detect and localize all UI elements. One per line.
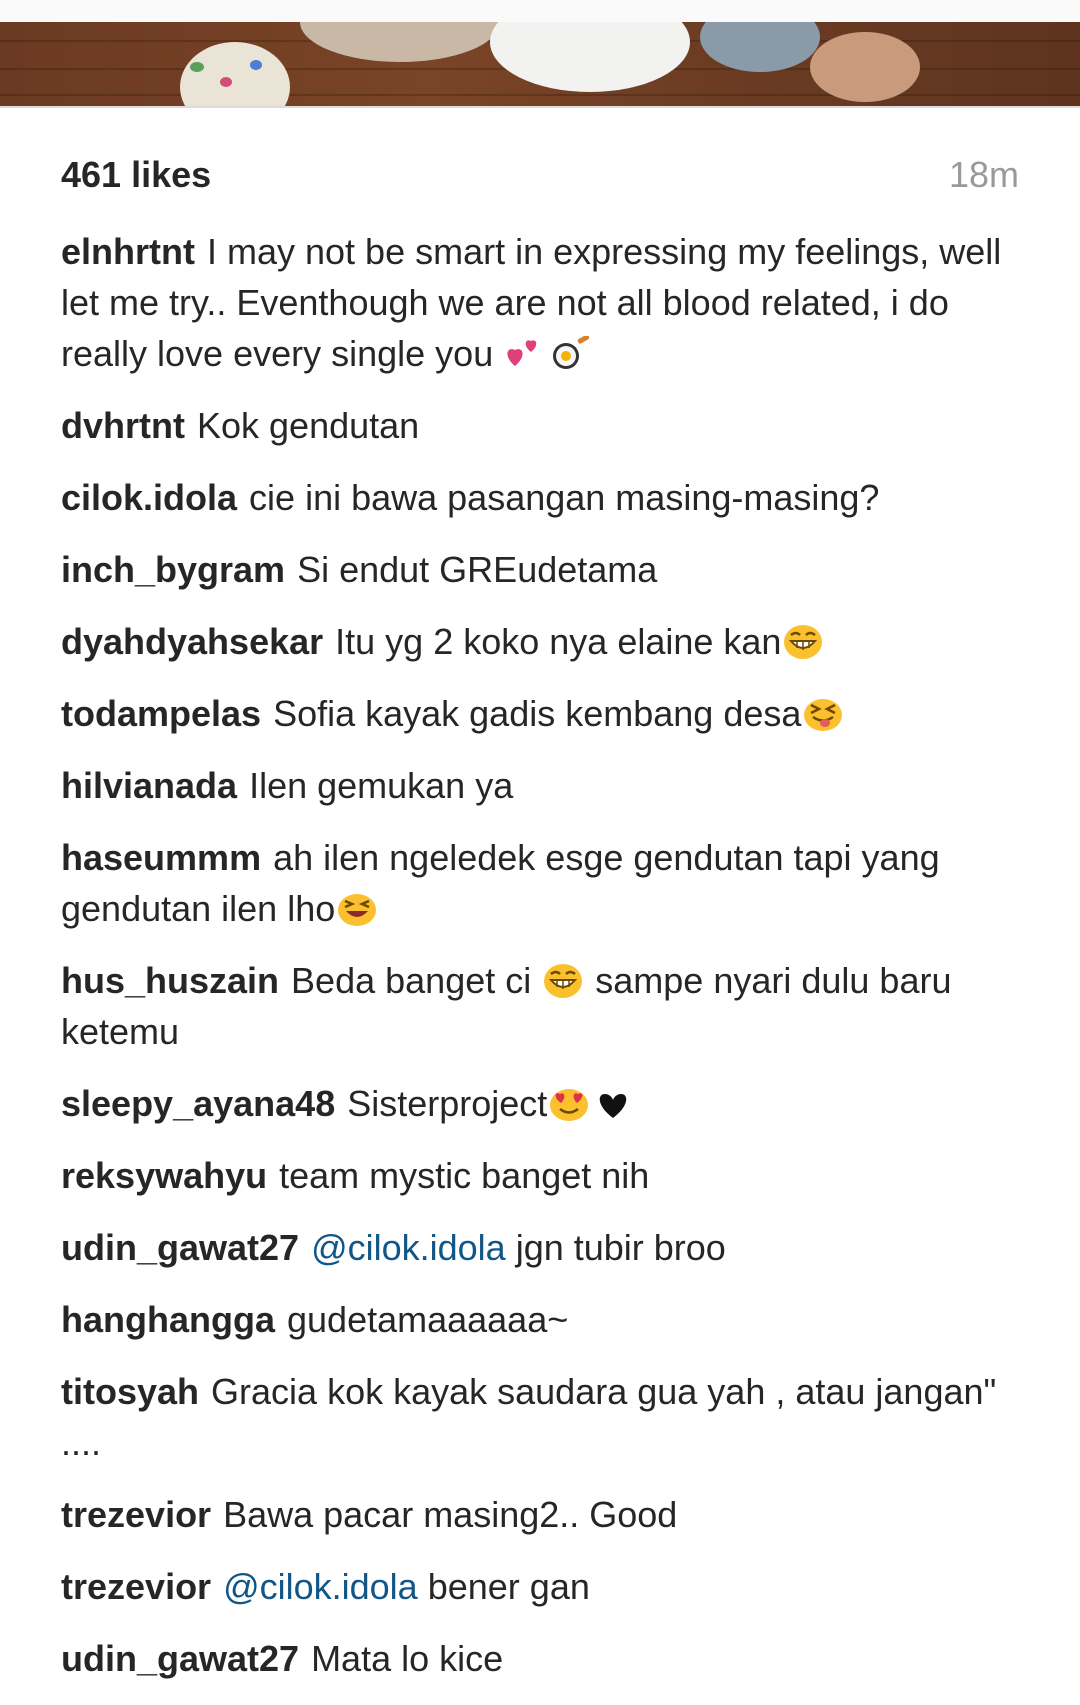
comment-username[interactable]: reksywahyu [61,1155,267,1196]
grinning-face-icon [783,624,823,660]
comment-item: dvhrtnt Kok gendutan [61,400,1026,451]
comment-text: Kok gendutan [196,405,420,446]
post-photo[interactable] [0,22,1080,106]
heart-eyes-face-icon [549,1086,589,1122]
cooking-icon [549,336,590,372]
status-bar [0,0,1080,23]
likes-count[interactable]: 461 likes [61,154,211,196]
comment-text: Bawa pacar masing2.. Good [223,1494,678,1535]
comment-item: titosyah Gracia kok kayak saudara gua yah… [61,1366,1026,1468]
comment-item: udin_gawat27 Mata lo kice [61,1633,1026,1684]
comment-text: Beda banget ci [291,960,532,1001]
comment-mention[interactable]: @cilok.idola [311,1227,506,1268]
comment-username[interactable]: hus_huszain [61,960,279,1001]
comment-mention[interactable]: @cilok.idola [223,1566,418,1607]
comment-text: jgn tubir broo [515,1227,726,1268]
comment-item: todampelas Sofia kayak gadis kembang desa [61,688,1026,739]
comment-item: inch_bygram Si endut GREudetama [61,544,1026,595]
photo-divider [0,106,1080,108]
comment-item: hus_huszain Beda banget ci sampe nyari du… [61,955,1026,1057]
comment-username[interactable]: dvhrtnt [61,405,185,446]
comment-item: cilok.idola cie ini bawa pasangan masing-… [61,472,1026,523]
comment-username[interactable]: udin_gawat27 [61,1227,299,1268]
comment-username[interactable]: titosyah [61,1371,199,1412]
squinting-tongue-face-icon [803,696,843,732]
comment-username[interactable]: trezevior [61,1494,211,1535]
comment-item: udin_gawat27 @cilok.idola jgn tubir broo [61,1222,1026,1273]
comment-item: sleepy_ayana48 Sisterproject [61,1078,1026,1129]
comment-username[interactable]: todampelas [61,693,261,734]
black-heart-icon [593,1086,633,1122]
comment-username[interactable]: inch_bygram [61,549,285,590]
comment-text: gudetamaaaaaa~ [287,1299,569,1340]
comment-text: bener gan [427,1566,590,1607]
comment-text: Si endut GREudetama [297,549,658,590]
comment-text: Sofia kayak gadis kembang desa [273,693,802,734]
comment-text: Itu yg 2 koko nya elaine kan [335,621,782,662]
comment-item: haseummm ah ilen ngeledek esge gendutan t… [61,832,1026,934]
comment-username[interactable]: udin_gawat27 [61,1638,299,1679]
two-hearts-icon [505,336,545,372]
comment-username[interactable]: dyahdyahsekar [61,621,323,662]
comment-item: elnhrtnt I may not be smart in expressing… [61,226,1026,379]
comment-username[interactable]: cilok.idola [61,477,237,518]
comment-text: Gracia kok kayak saudara gua yah , atau … [61,1371,997,1463]
comment-text: Mata lo kice [311,1638,504,1679]
comment-item: trezevior Bawa pacar masing2.. Good [61,1489,1026,1540]
comment-item: trezevior @cilok.idola bener gan [61,1561,1026,1612]
post-meta: 461 likes 18m [61,154,1019,200]
comment-username[interactable]: haseummm [61,837,261,878]
comment-username[interactable]: trezevior [61,1566,211,1607]
grinning-face-icon [543,963,583,999]
comment-text: team mystic banget nih [279,1155,650,1196]
comment-text: Sisterproject [347,1083,548,1124]
comments-list: elnhrtnt I may not be smart in expressing… [61,226,1026,1705]
comment-username[interactable]: hilvianada [61,765,237,806]
comment-item: reksywahyu team mystic banget nih [61,1150,1026,1201]
comment-text: Ilen gemukan ya [249,765,514,806]
comment-item: dyahdyahsekar Itu yg 2 koko nya elaine ka… [61,616,1026,667]
comment-item: hilvianada Ilen gemukan ya [61,760,1026,811]
comment-username[interactable]: elnhrtnt [61,231,195,272]
comment-username[interactable]: sleepy_ayana48 [61,1083,335,1124]
comment-username[interactable]: hanghangga [61,1299,275,1340]
laughing-face-icon [337,891,377,927]
comment-item: hanghangga gudetamaaaaaa~ [61,1294,1026,1345]
comment-text: cie ini bawa pasangan masing-masing? [249,477,880,518]
post-timestamp: 18m [948,154,1019,195]
